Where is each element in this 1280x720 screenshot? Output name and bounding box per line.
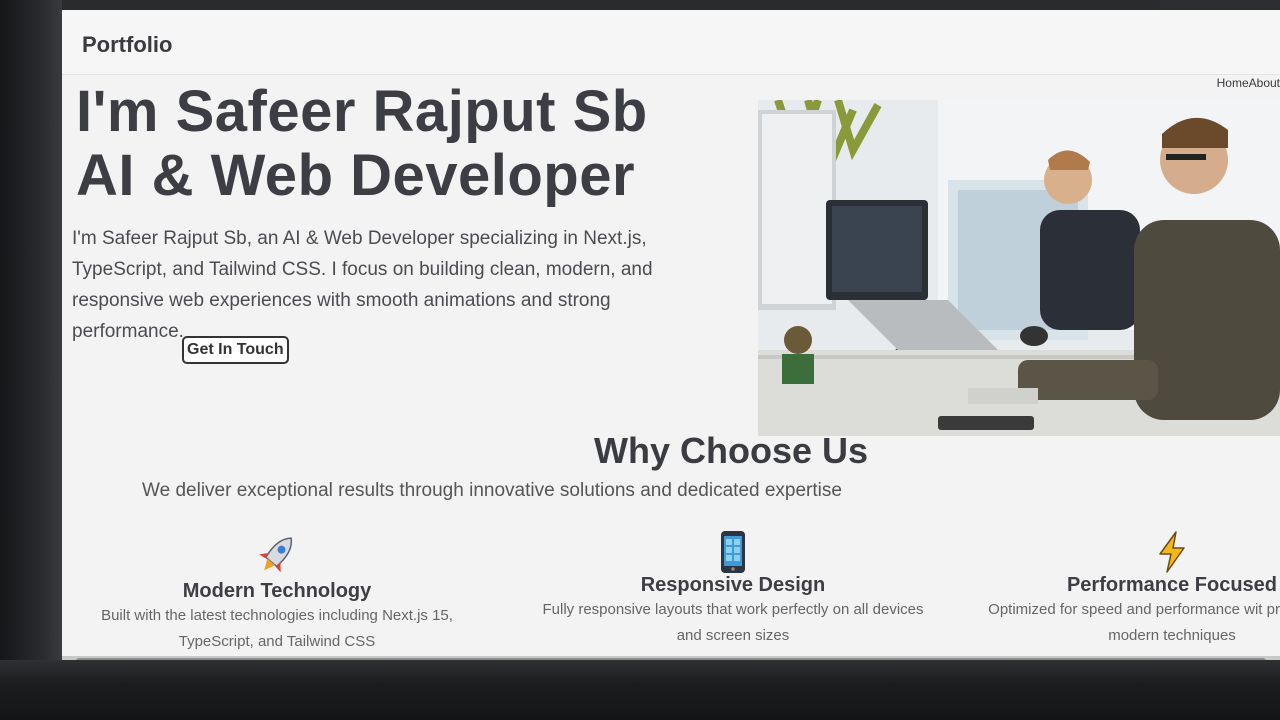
hero-office-photo [758,100,1280,436]
why-choose-us-heading: Why Choose Us [594,430,869,471]
hero-heading: I'm Safeer Rajput Sb AI & Web Developer [76,80,648,208]
site-navbar: Portfolio [62,10,1280,75]
monitor-bezel-left [0,0,62,720]
why-choose-us-subtitle: We deliver exceptional results through i… [142,480,842,501]
office-scene-illustration [758,100,1280,436]
hero-heading-line-1: I'm Safeer Rajput Sb [76,79,648,144]
browser-viewport: Portfolio HomeAbout I'm Safeer Rajput Sb… [62,10,1280,658]
feature-card-responsive-design: Responsive Design Fully responsive layou… [528,530,938,649]
hero-description: I'm Safeer Rajput Sb, an AI & Web Develo… [72,228,653,342]
feature-card-modern-technology: Modern Technology Built with the latest … [62,530,492,655]
brand-logo-text[interactable]: Portfolio [82,32,172,58]
feature-description: Fully responsive layouts that work perfe… [542,601,924,644]
monitor-bezel-bottom [0,660,1280,720]
feature-description: Built with the latest technologies inclu… [101,607,453,650]
hero-heading-line-2: AI & Web Developer [76,143,636,208]
feature-description: Optimized for speed and performance wit … [988,601,1280,644]
get-in-touch-button[interactable]: Get In Touch [182,336,289,364]
feature-title: Performance Focused [1066,574,1278,596]
feature-title: Modern Technology [182,580,372,602]
feature-title: Responsive Design [640,574,826,596]
rocket-icon [259,537,293,573]
lightning-icon [1159,531,1185,573]
feature-card-performance-focused: Performance Focused Optimized for speed … [972,530,1280,649]
nav-links[interactable]: HomeAbout [1217,76,1280,90]
mobile-phone-icon [721,531,745,573]
